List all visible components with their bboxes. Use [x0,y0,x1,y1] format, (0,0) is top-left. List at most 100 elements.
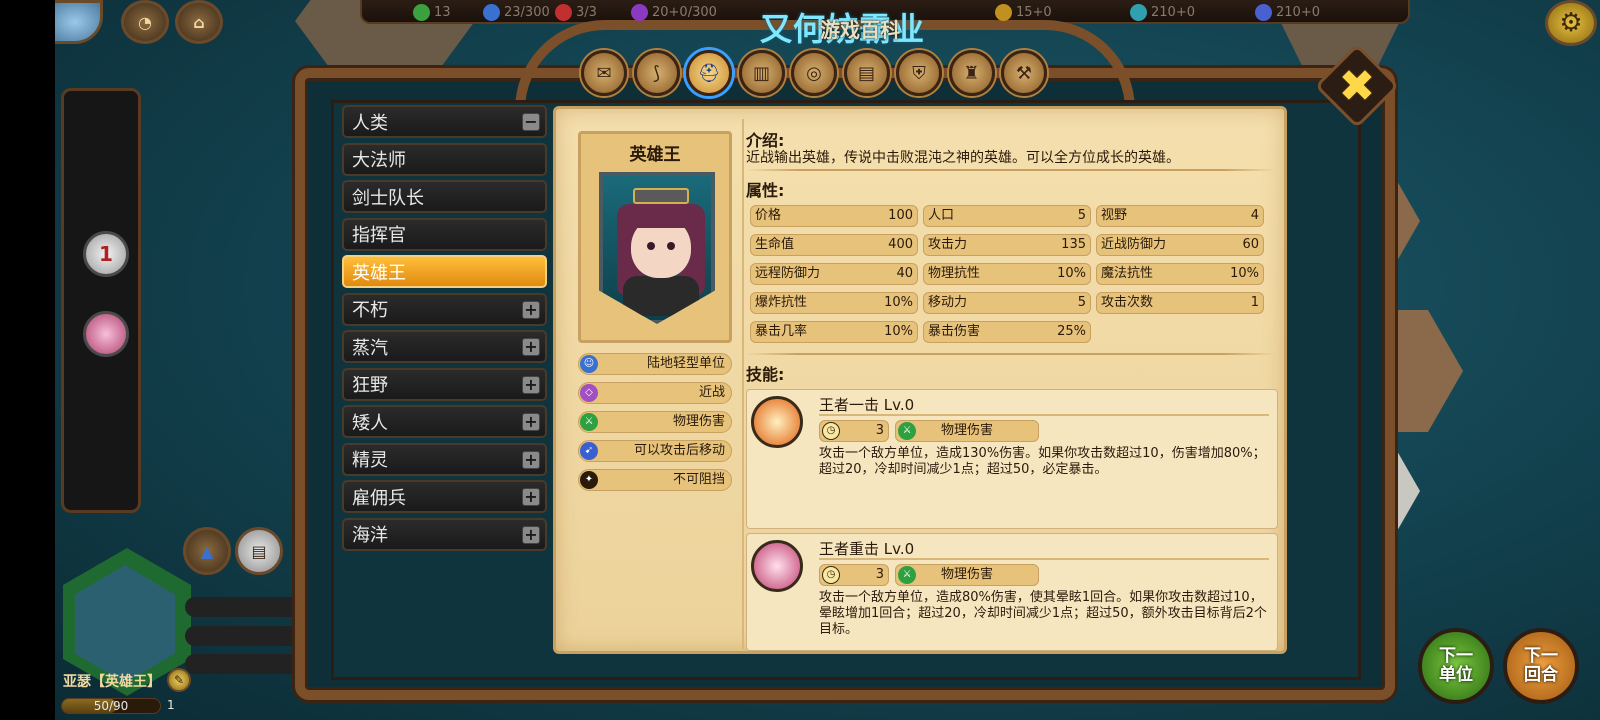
level-badge[interactable]: 1 [83,231,129,277]
game-view: ◔ ⌂ ⚙ 1 ▲ ▤ 亚瑟【英雄王】 ✎ 50/90 1 下一 单位 下一 回… [55,0,1600,720]
race-list-item[interactable]: 剑士队长 [342,180,547,213]
race-list-item[interactable]: 人类 − [342,105,547,138]
stat-value: 40 [896,266,913,281]
expand-icon[interactable]: + [522,488,540,506]
expand-icon[interactable]: + [522,413,540,431]
stat-value: 135 [1061,237,1086,252]
race-list-item[interactable]: 大法师 [342,142,547,176]
expand-icon[interactable]: + [522,338,540,356]
rename-button[interactable]: ✎ [167,668,191,692]
melee-icon: ◇ [580,384,598,402]
strike-skill-icon[interactable] [751,396,803,448]
stat-row: 移动力 5 [923,292,1091,314]
race-label: 指挥官 [352,225,406,246]
race-label: 雇佣兵 [352,487,406,509]
stat-label: 暴击几率 [755,324,808,339]
race-list-item[interactable]: 矮人 + [342,405,547,438]
skill-badge[interactable] [83,311,129,357]
unit-tag: ◇ 近战 [578,382,732,404]
expand-icon[interactable]: + [522,525,540,544]
gold-icon [995,3,1012,21]
stat-row: 视野 4 [1096,205,1264,227]
unit-stat-vision [185,597,305,617]
stat-row: 近战防御力 60 [1096,234,1264,256]
unit-level: 1 [167,698,175,712]
physical-damage-icon: ⚔ [898,566,916,584]
hero-card: 英雄王 [578,131,732,343]
stat-label: 移动力 [928,295,968,310]
upgrade-button[interactable]: ▲ [183,527,231,575]
cooldown-value: 3 [875,567,884,582]
heavy-strike-skill-icon[interactable] [751,540,803,592]
expand-icon[interactable]: + [522,300,540,319]
crown-icon [633,188,689,204]
next-turn-label: 下一 回合 [1524,646,1558,685]
book-icon: ▤ [857,62,875,84]
shop-button[interactable]: ⌂ [175,0,223,44]
next-unit-button[interactable]: 下一 单位 [1418,628,1494,704]
shield-icon: ⛨ [912,62,926,84]
tab-armor[interactable]: ▥ [738,50,785,96]
pencil-icon: ✎ [173,673,185,687]
stat-label: 暴击伤害 [928,324,981,339]
stat-label: 生命值 [755,237,795,252]
race-label: 矮人 [352,412,388,434]
stat-label: 物理抗性 [928,266,981,281]
unit-stat-move [185,654,305,674]
stat-value: 400 [888,237,913,252]
skill-title: 王者一击 Lv.0 [819,396,915,414]
race-label: 不朽 [352,300,388,321]
tab-claw[interactable]: ⟆ [633,50,680,96]
race-list-item[interactable]: 英雄王 [342,255,547,288]
race-list-item[interactable]: 指挥官 [342,217,547,251]
attributes-heading: 属性: [746,181,785,200]
resource-value: 23/300 [504,4,550,20]
bag-button[interactable]: ◔ [121,0,169,44]
unit-stat-magic [185,626,305,646]
tab-book[interactable]: ▤ [843,50,890,96]
unstoppable-icon: ✦ [580,471,598,489]
weather-icon[interactable] [55,0,103,44]
tab-scroll[interactable]: ✉ [581,50,627,96]
stat-row: 人口 5 [923,205,1091,227]
level-badge-number: 1 [99,242,113,266]
tab-helmet[interactable]: ⛑ [686,50,732,96]
armor-icon: ▥ [752,62,770,84]
race-list: 人类 − 大法师 剑士队长 指挥官 英雄王 不朽 + 蒸汽 + 狂野 + 矮人 + 精灵 + 雇佣兵 + 海洋 + [342,105,547,555]
codex-button[interactable]: ▤ [235,527,283,575]
race-list-item[interactable]: 精灵 + [342,442,547,476]
unit-cap-icon [555,3,572,21]
eye [647,242,655,250]
tab-tower[interactable]: ♜ [948,50,995,96]
tab-hammer[interactable]: ⚒ [1001,50,1047,96]
claw-icon: ⟆ [652,62,661,84]
move-after-attack-icon: ➹ [580,442,598,460]
next-turn-button[interactable]: 下一 回合 [1503,628,1579,704]
stat-label: 魔法抗性 [1101,266,1154,281]
race-list-item[interactable]: 蒸汽 + [342,330,547,363]
race-label: 海洋 [352,525,388,546]
tab-swirl[interactable]: ◎ [791,50,837,96]
expand-icon[interactable]: + [522,450,540,469]
expand-icon[interactable]: + [522,375,540,394]
stat-label: 攻击力 [928,237,968,252]
tab-shield[interactable]: ⛨ [896,50,942,96]
stat-row: 远程防御力 40 [750,263,918,285]
race-list-item[interactable]: 雇佣兵 + [342,480,547,513]
stat-row: 攻击次数 1 [1096,292,1264,314]
stat-value: 10% [884,295,913,310]
stat-row: 暴击伤害 25% [923,321,1091,343]
resource-unit-cap: 3/3 [555,2,597,22]
collapse-icon[interactable]: − [522,113,540,131]
race-list-item[interactable]: 狂野 + [342,367,547,401]
skills-heading: 技能: [746,365,785,384]
settings-button[interactable]: ⚙ [1545,0,1597,46]
race-list-item[interactable]: 不朽 + [342,292,547,326]
resource-population: 23/300 [483,2,550,22]
stat-label: 爆炸抗性 [755,295,808,310]
book-icon: ▤ [251,541,267,561]
damage-type-label: 物理伤害 [940,567,993,582]
unit-tag-label: 可以攻击后移动 [633,443,725,458]
race-list-item[interactable]: 海洋 + [342,517,547,551]
resource-value: 15+0 [1016,4,1052,20]
